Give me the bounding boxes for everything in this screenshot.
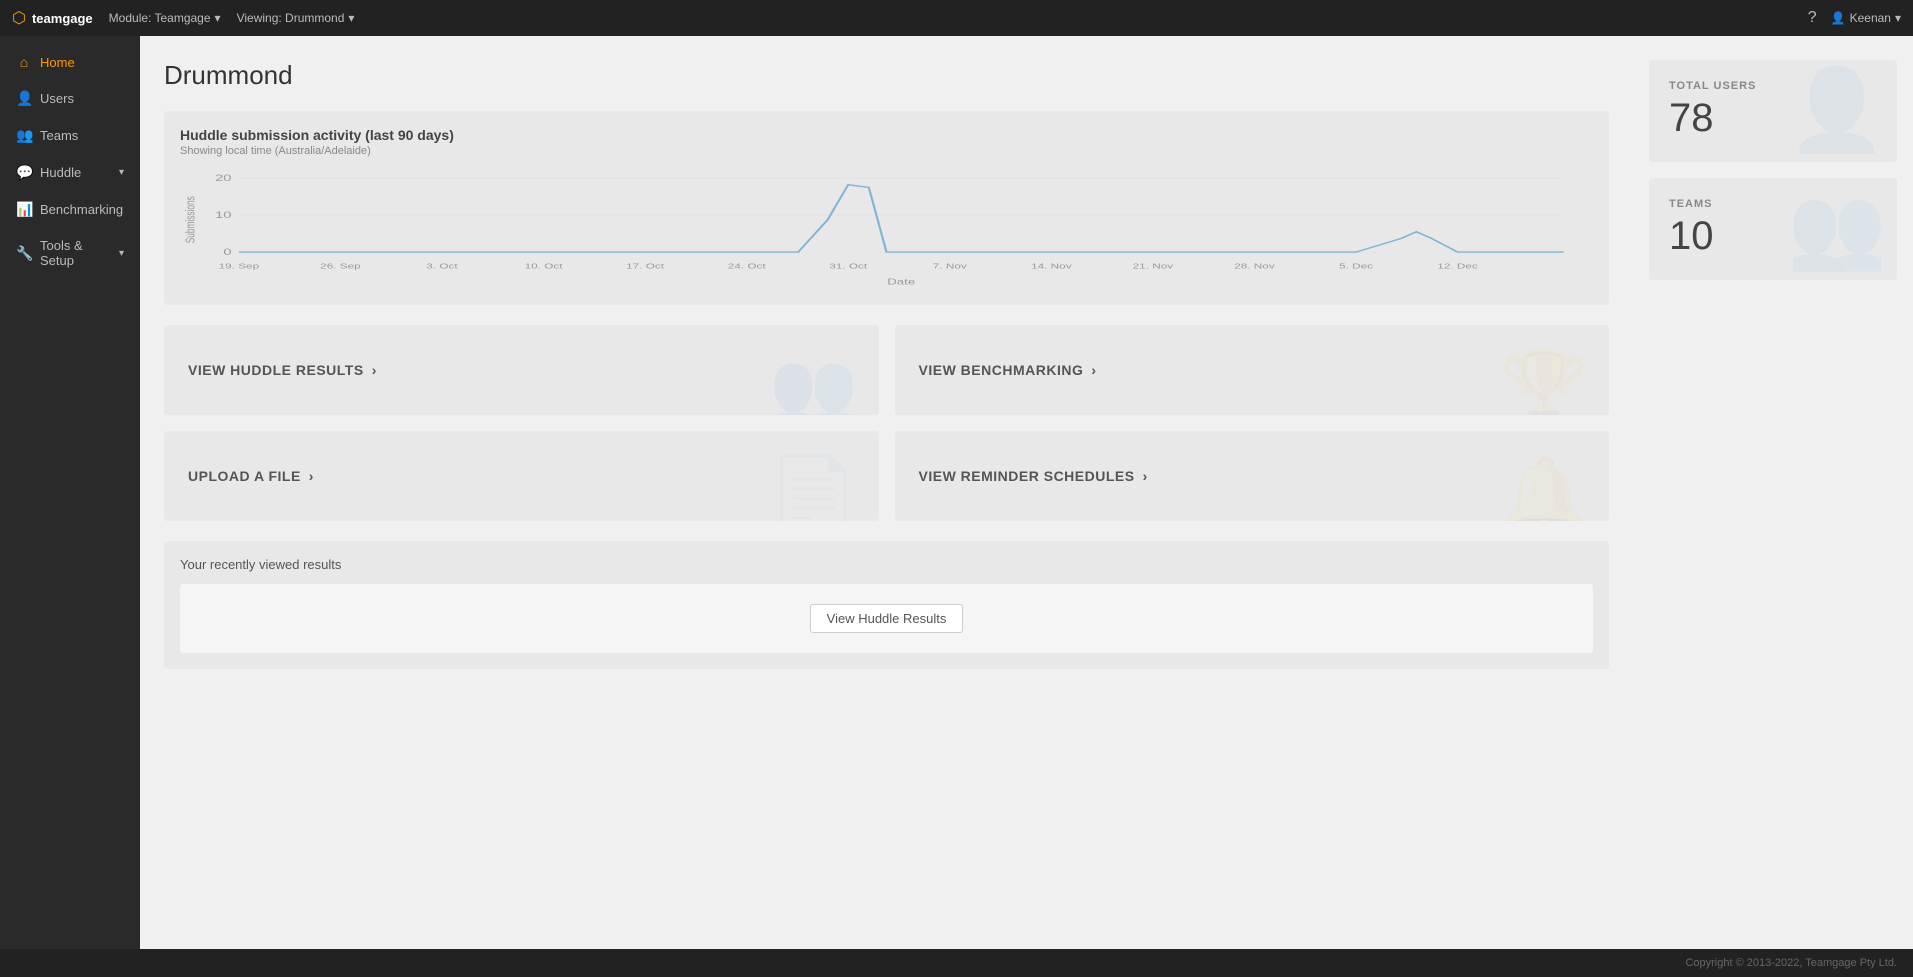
huddle-expand-icon: ▾ [119,167,124,178]
footer: Copyright © 2013-2022, Teamgage Pty Ltd. [0,949,1913,977]
action-card-view-reminders-label: VIEW REMINDER SCHEDULES › [919,468,1148,484]
sidebar-item-huddle[interactable]: 💬 Huddle ▾ [0,154,140,191]
svg-text:Submissions: Submissions [184,196,198,243]
svg-text:26. Sep: 26. Sep [320,263,361,271]
action-card-view-huddle-label: VIEW HUDDLE RESULTS › [188,362,377,378]
action-card-view-benchmarking-label: VIEW BENCHMARKING › [919,362,1097,378]
action-card-view-huddle[interactable]: VIEW HUDDLE RESULTS › 👥 [164,325,879,415]
svg-text:7. Nov: 7. Nov [933,263,967,271]
view-reminders-bg-icon: 🔔 [1499,459,1589,521]
chart-title: Huddle submission activity (last 90 days… [180,127,1593,143]
module-chevron-icon: ▾ [215,11,221,25]
svg-text:14. Nov: 14. Nov [1031,263,1072,271]
svg-text:17. Oct: 17. Oct [626,263,664,271]
user-name: Keenan [1850,11,1891,25]
sidebar-label-home: Home [40,55,75,70]
brand-logo: ⬡ teamgage [12,8,93,28]
upload-file-arrow-icon: › [309,468,314,484]
svg-text:31. Oct: 31. Oct [829,263,867,271]
sidebar-label-users: Users [40,91,74,106]
stat-card-teams: TEAMS 10 👥 [1649,178,1897,280]
benchmarking-icon: 📊 [16,201,32,218]
logo-icon: ⬡ [12,8,26,28]
view-huddle-results-button[interactable]: View Huddle Results [810,604,964,633]
view-benchmarking-text: VIEW BENCHMARKING [919,362,1084,378]
action-card-view-reminders[interactable]: VIEW REMINDER SCHEDULES › 🔔 [895,431,1610,521]
svg-text:21. Nov: 21. Nov [1133,263,1174,271]
teams-icon: 👥 [16,127,32,144]
action-card-upload-file[interactable]: UPLOAD A FILE › 📄 [164,431,879,521]
svg-text:10: 10 [215,210,232,221]
tools-expand-icon: ▾ [119,248,124,259]
huddle-icon: 💬 [16,164,32,181]
sidebar-label-tools: Tools & Setup [40,238,111,268]
recently-viewed-inner: View Huddle Results [180,584,1593,653]
sidebar-label-huddle: Huddle [40,165,81,180]
chart-subtitle: Showing local time (Australia/Adelaide) [180,145,1593,157]
app-body: ⌂ Home 👤 Users 👥 Teams 💬 Huddle ▾ 📊 Benc… [0,36,1913,949]
sidebar-item-benchmarking[interactable]: 📊 Benchmarking [0,191,140,228]
recently-viewed-card: Your recently viewed results View Huddle… [164,541,1609,669]
recently-viewed-title: Your recently viewed results [180,557,1593,572]
sidebar-item-tools[interactable]: 🔧 Tools & Setup ▾ [0,228,140,278]
view-benchmarking-bg-icon: 🏆 [1499,353,1589,415]
topnav-right: ? 👤 Keenan ▾ [1808,9,1901,27]
upload-file-bg-icon: 📄 [769,459,859,521]
svg-text:12. Dec: 12. Dec [1437,263,1478,271]
view-huddle-bg-icon: 👥 [769,353,859,415]
action-card-view-benchmarking[interactable]: VIEW BENCHMARKING › 🏆 [895,325,1610,415]
svg-text:0: 0 [223,247,231,258]
module-selector[interactable]: Module: Teamgage ▾ [109,11,221,25]
tools-icon: 🔧 [16,245,32,262]
view-huddle-arrow-icon: › [372,362,377,378]
action-card-upload-file-label: UPLOAD A FILE › [188,468,314,484]
svg-text:3. Oct: 3. Oct [426,263,458,271]
sidebar-item-users[interactable]: 👤 Users [0,80,140,117]
users-icon: 👤 [16,90,32,107]
help-icon[interactable]: ? [1808,9,1817,27]
svg-text:5. Dec: 5. Dec [1339,263,1373,271]
user-chevron-icon: ▾ [1895,11,1901,25]
sidebar-item-teams[interactable]: 👥 Teams [0,117,140,154]
viewing-selector[interactable]: Viewing: Drummond ▾ [237,11,355,25]
sidebar-label-teams: Teams [40,128,78,143]
total-users-label: TOTAL USERS [1669,80,1877,92]
action-cards-grid: VIEW HUDDLE RESULTS › 👥 VIEW BENCHMARKIN… [164,325,1609,521]
sidebar-label-benchmarking: Benchmarking [40,202,123,217]
top-navigation: ⬡ teamgage Module: Teamgage ▾ Viewing: D… [0,0,1913,36]
total-users-value: 78 [1669,98,1877,138]
svg-text:19. Sep: 19. Sep [219,263,260,271]
teams-label: TEAMS [1669,198,1877,210]
sidebar-item-home[interactable]: ⌂ Home [0,44,140,80]
chart-area: 20 10 0 Submissions 19. Sep 26. Sep 3. O… [180,169,1593,289]
svg-text:10. Oct: 10. Oct [525,263,563,271]
svg-text:Date: Date [887,278,915,287]
view-benchmarking-arrow-icon: › [1091,362,1096,378]
svg-text:24. Oct: 24. Oct [728,263,766,271]
page-title: Drummond [164,60,1609,91]
viewing-label: Viewing: Drummond [237,11,345,25]
upload-file-text: UPLOAD A FILE [188,468,301,484]
teams-value: 10 [1669,216,1877,256]
main-content: Drummond Huddle submission activity (las… [140,36,1633,949]
svg-text:20: 20 [215,173,232,184]
copyright-text: Copyright © 2013-2022, Teamgage Pty Ltd. [1685,957,1897,969]
sidebar: ⌂ Home 👤 Users 👥 Teams 💬 Huddle ▾ 📊 Benc… [0,36,140,949]
right-stats-panel: TOTAL USERS 78 👤 TEAMS 10 👥 [1633,36,1913,949]
chart-svg: 20 10 0 Submissions 19. Sep 26. Sep 3. O… [180,169,1593,289]
viewing-chevron-icon: ▾ [348,11,354,25]
view-huddle-text: VIEW HUDDLE RESULTS [188,362,364,378]
user-icon: 👤 [1831,11,1846,25]
module-label: Module: Teamgage [109,11,211,25]
view-reminders-arrow-icon: › [1143,468,1148,484]
brand-name: teamgage [32,11,93,26]
home-icon: ⌂ [16,54,32,70]
svg-text:28. Nov: 28. Nov [1234,263,1275,271]
view-reminders-text: VIEW REMINDER SCHEDULES [919,468,1135,484]
topnav-left: ⬡ teamgage Module: Teamgage ▾ Viewing: D… [12,8,354,28]
stat-card-total-users: TOTAL USERS 78 👤 [1649,60,1897,162]
chart-card: Huddle submission activity (last 90 days… [164,111,1609,305]
user-menu[interactable]: 👤 Keenan ▾ [1831,11,1901,25]
